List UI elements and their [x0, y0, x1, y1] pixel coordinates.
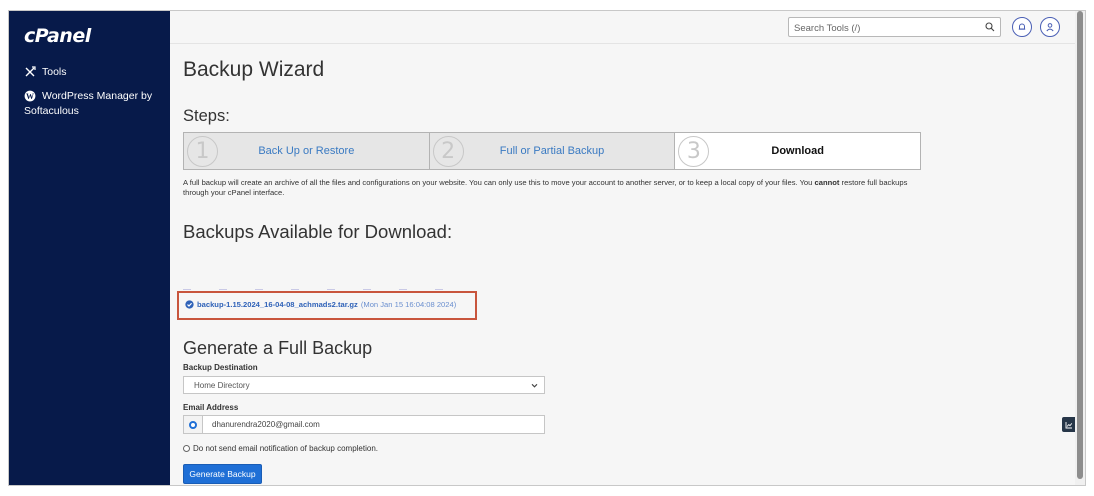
email-input[interactable]: dhanurendra2020@gmail.com: [212, 420, 320, 429]
no-email-option[interactable]: Do not send email notification of backup…: [183, 444, 378, 453]
generate-backup-button[interactable]: Generate Backup: [183, 464, 262, 484]
backup-file-date: (Mon Jan 15 16:04:08 2024): [360, 300, 457, 309]
backups-available-heading: Backups Available for Download:: [183, 221, 453, 242]
scrollbar[interactable]: [1075, 11, 1085, 485]
email-address-label: Email Address: [183, 403, 239, 412]
step-label[interactable]: Full or Partial Backup: [430, 145, 675, 157]
backup-destination-select[interactable]: Home Directory: [183, 376, 545, 394]
sidebar-item-label: Tools: [42, 66, 67, 78]
bell-icon: [1018, 23, 1026, 30]
main-content: Backup Wizard Steps: 1 Back Up or Restor…: [170, 45, 1075, 485]
email-field[interactable]: dhanurendra2020@gmail.com: [183, 415, 545, 434]
step-full-or-partial-backup[interactable]: 2 Full or Partial Backup: [430, 133, 676, 169]
search-box[interactable]: [788, 17, 1001, 38]
notifications-button[interactable]: [1012, 17, 1032, 37]
page-title: Backup Wizard: [183, 58, 325, 81]
check-circle-icon: [185, 300, 194, 309]
step-label[interactable]: Back Up or Restore: [184, 145, 429, 157]
svg-text:W: W: [26, 92, 34, 101]
tools-icon: [25, 66, 36, 77]
backup-file-name[interactable]: backup-1.15.2024_16-04-08_achmads2.tar.g…: [197, 300, 358, 309]
backup-highlight-box: backup-1.15.2024_16-04-08_achmads2.tar.g…: [177, 291, 477, 320]
step-download: 3 Download: [675, 133, 921, 169]
top-header: [170, 11, 1075, 44]
browser-frame: cPanel Tools W WordPress Manager by Soft…: [8, 10, 1086, 486]
step-number: 3: [678, 136, 710, 167]
backup-download-link[interactable]: backup-1.15.2024_16-04-08_achmads2.tar.g…: [185, 300, 456, 309]
sidebar-item-tools[interactable]: Tools: [24, 65, 67, 80]
search-icon[interactable]: [985, 22, 995, 32]
generate-backup-heading: Generate a Full Backup: [183, 338, 373, 358]
scrollbar-thumb[interactable]: [1077, 11, 1083, 479]
email-radio[interactable]: [184, 416, 203, 433]
search-input[interactable]: [789, 19, 969, 38]
backup-destination-label: Backup Destination: [183, 363, 258, 372]
user-icon: [1046, 23, 1054, 32]
sidebar-item-label: WordPress Manager by Softaculous: [24, 90, 153, 117]
radio-unselected-icon[interactable]: [183, 445, 190, 452]
stats-panel-button[interactable]: [1062, 417, 1075, 432]
wizard-steps: 1 Back Up or Restore 2 Full or Partial B…: [183, 132, 921, 170]
no-email-label[interactable]: Do not send email notification of backup…: [193, 444, 378, 453]
user-menu-button[interactable]: [1040, 17, 1060, 37]
backup-description: A full backup will create an archive of …: [183, 178, 908, 197]
cpanel-logo[interactable]: cPanel: [24, 25, 91, 47]
steps-heading: Steps:: [183, 107, 230, 125]
step-back-up-or-restore[interactable]: 1 Back Up or Restore: [184, 133, 430, 169]
chevron-down-icon: [531, 383, 538, 388]
sidebar-item-wordpress-manager[interactable]: W WordPress Manager by Softaculous: [24, 89, 164, 119]
sidebar: cPanel Tools W WordPress Manager by Soft…: [9, 11, 170, 485]
select-value: Home Directory: [194, 381, 250, 390]
step-number: 1: [187, 136, 218, 167]
wordpress-icon: W: [24, 90, 36, 102]
divider: [183, 277, 483, 290]
radio-selected-icon: [189, 420, 197, 429]
step-label: Download: [771, 145, 824, 157]
chart-icon: [1065, 421, 1072, 428]
step-number: 2: [432, 136, 464, 167]
